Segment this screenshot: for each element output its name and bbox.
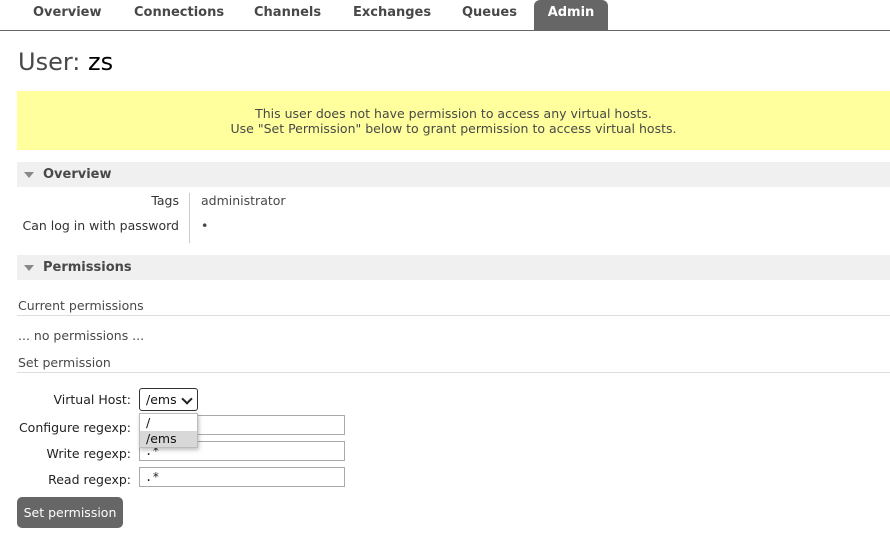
user-name: zs bbox=[88, 48, 114, 76]
tab-connections[interactable]: Connections bbox=[134, 0, 224, 29]
overview-divider bbox=[189, 193, 190, 243]
tab-channels[interactable]: Channels bbox=[254, 0, 321, 29]
configure-regexp-label: Configure regexp: bbox=[18, 420, 131, 435]
no-permissions-text: ... no permissions ... bbox=[18, 328, 145, 343]
current-permissions-divider bbox=[17, 315, 890, 316]
tab-queues[interactable]: Queues bbox=[462, 0, 517, 29]
permissions-section-header[interactable]: Permissions bbox=[17, 255, 890, 280]
set-permission-divider bbox=[17, 372, 890, 373]
tags-label: Tags bbox=[151, 193, 179, 208]
overview-section-title: Overview bbox=[43, 167, 112, 182]
chevron-down-icon bbox=[181, 393, 193, 405]
tab-exchanges[interactable]: Exchanges bbox=[353, 0, 431, 29]
warning-line-2: Use "Set Permission" below to grant perm… bbox=[230, 121, 677, 136]
top-nav: Overview Connections Channels Exchanges … bbox=[0, 0, 890, 31]
page-title-prefix: User: bbox=[18, 48, 81, 76]
virtual-host-dropdown-list: / /ems bbox=[139, 413, 198, 448]
set-permission-heading: Set permission bbox=[18, 355, 111, 370]
collapse-triangle-icon bbox=[24, 172, 34, 178]
login-value: • bbox=[201, 218, 209, 233]
current-permissions-heading: Current permissions bbox=[18, 298, 144, 313]
tags-value: administrator bbox=[201, 193, 286, 208]
login-label: Can log in with password bbox=[22, 218, 179, 233]
vhost-option-ems[interactable]: /ems bbox=[140, 431, 197, 447]
read-regexp-label: Read regexp: bbox=[48, 472, 131, 487]
read-regexp-input[interactable]: .* bbox=[139, 467, 345, 487]
vhost-option-root[interactable]: / bbox=[140, 415, 197, 431]
tab-overview[interactable]: Overview bbox=[33, 0, 102, 29]
warning-banner: This user does not have permission to ac… bbox=[17, 91, 890, 150]
write-regexp-label: Write regexp: bbox=[46, 446, 131, 461]
permissions-section-title: Permissions bbox=[43, 260, 132, 275]
tab-admin[interactable]: Admin bbox=[534, 0, 608, 30]
virtual-host-label: Virtual Host: bbox=[53, 392, 132, 407]
set-permission-button[interactable]: Set permission bbox=[17, 497, 123, 528]
collapse-triangle-icon bbox=[24, 265, 34, 271]
warning-line-1: This user does not have permission to ac… bbox=[255, 106, 652, 121]
page-title: User: zs bbox=[18, 48, 113, 76]
overview-section-header[interactable]: Overview bbox=[17, 162, 890, 187]
virtual-host-select[interactable]: /ems bbox=[139, 388, 198, 411]
virtual-host-selected-value: /ems bbox=[146, 392, 177, 407]
